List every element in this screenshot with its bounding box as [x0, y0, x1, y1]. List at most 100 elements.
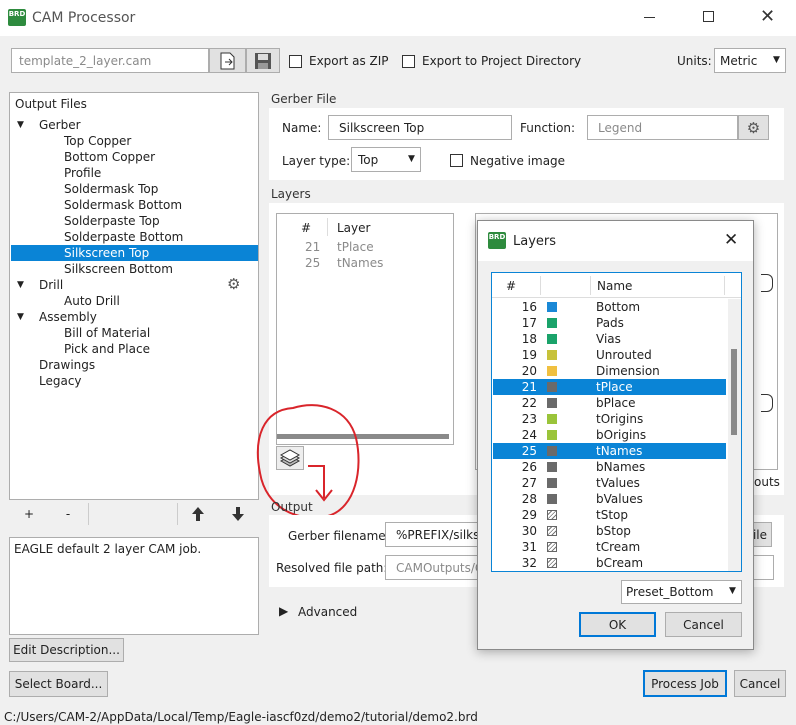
- tree-item[interactable]: Bill of Material: [11, 325, 258, 341]
- units-select[interactable]: Metric ▼: [714, 48, 786, 73]
- dialog-scrollbar-thumb[interactable]: [731, 349, 737, 435]
- units-label: Units:: [677, 54, 712, 68]
- tree-item[interactable]: Drawings: [11, 357, 258, 373]
- dialog-ok-button[interactable]: OK: [579, 612, 656, 637]
- dialog-list-header: # Name: [492, 273, 741, 298]
- layer-number: 17: [521, 316, 537, 330]
- layer-color-swatch: [547, 430, 557, 440]
- layer-row[interactable]: 16 Bottom: [493, 299, 726, 315]
- minimize-icon[interactable]: [644, 17, 655, 18]
- layer-number: 20: [521, 364, 537, 378]
- layers-col-divider: [327, 218, 328, 236]
- layer-color-swatch: [547, 398, 557, 408]
- output-files-tree[interactable]: Output Files ▼ Gerber Top Copper Bottom Cop…: [9, 92, 259, 500]
- gear-icon[interactable]: ⚙: [227, 276, 240, 292]
- remove-output-button[interactable]: -: [50, 503, 86, 525]
- layer-row[interactable]: 23 tOrigins: [493, 411, 726, 427]
- layer-row[interactable]: 27 tValues: [493, 475, 726, 491]
- preset-select[interactable]: Preset_Bottom ▼: [621, 580, 742, 604]
- negative-image-label: Negative image: [470, 154, 566, 168]
- tree-item[interactable]: Auto Drill: [11, 293, 258, 309]
- layer-row[interactable]: 31 tCream: [493, 539, 726, 555]
- layer-row[interactable]: 19 Unrouted: [493, 347, 726, 363]
- load-job-button[interactable]: [209, 48, 246, 73]
- add-output-button[interactable]: +: [10, 503, 48, 525]
- expand-triangle-icon[interactable]: ▼: [17, 117, 24, 133]
- layer-number: 19: [521, 348, 537, 362]
- tree-item-label: Top Copper: [64, 134, 132, 148]
- layer-row[interactable]: 24 bOrigins: [493, 427, 726, 443]
- tree-item[interactable]: Silkscreen Bottom: [11, 261, 258, 277]
- edit-description-button[interactable]: Edit Description...: [9, 638, 124, 662]
- tree-item[interactable]: Pick and Place: [11, 341, 258, 357]
- expand-triangle-icon[interactable]: ▼: [17, 309, 24, 325]
- layer-color-swatch: [547, 302, 557, 312]
- layer-row[interactable]: 25 tNames: [493, 443, 726, 459]
- layer-row[interactable]: 29 tStop: [493, 507, 726, 523]
- tree-item[interactable]: ▼ Drill: [11, 277, 258, 293]
- layer-type-label: Layer type:: [282, 154, 351, 168]
- maximize-icon[interactable]: [703, 11, 714, 22]
- dialog-scrollbar[interactable]: [728, 299, 741, 571]
- layer-name: tCream: [596, 540, 641, 554]
- layer-name: bStop: [596, 524, 631, 538]
- arrow-down-icon: [232, 507, 244, 521]
- job-file-field[interactable]: template_2_layer.cam: [11, 48, 209, 73]
- name-input[interactable]: Silkscreen Top: [328, 115, 512, 140]
- layer-name: tStop: [596, 508, 628, 522]
- name-label: Name:: [282, 121, 322, 135]
- move-up-button[interactable]: [180, 503, 216, 525]
- title-bar: BRD CAM Processor ✕: [0, 0, 796, 36]
- layer-name: tOrigins: [596, 412, 644, 426]
- dialog-title-bar: BRD Layers ✕: [478, 221, 753, 261]
- layer-row[interactable]: 28 bValues: [493, 491, 726, 507]
- dialog-cancel-button[interactable]: Cancel: [665, 612, 742, 637]
- dialog-title: Layers: [513, 234, 557, 249]
- tree-item[interactable]: Bottom Copper: [11, 149, 258, 165]
- close-icon[interactable]: ✕: [724, 230, 738, 250]
- close-icon[interactable]: ✕: [760, 8, 775, 26]
- layer-row[interactable]: 21 tPlace: [493, 379, 726, 395]
- layer-row[interactable]: 26 bNames: [493, 459, 726, 475]
- chevron-down-icon: ▼: [773, 55, 780, 65]
- select-board-button[interactable]: Select Board...: [9, 671, 108, 697]
- tree-item-label: Silkscreen Bottom: [64, 262, 173, 276]
- tree-item[interactable]: Silkscreen Top: [11, 245, 258, 261]
- gerber-filename-input[interactable]: %PREFIX/silksc: [385, 522, 486, 547]
- tree-item[interactable]: ▼ Assembly: [11, 309, 258, 325]
- tree-item[interactable]: Soldermask Top: [11, 181, 258, 197]
- layer-color-swatch: [547, 318, 557, 328]
- function-settings-button[interactable]: ⚙: [738, 115, 769, 140]
- tree-item[interactable]: Profile: [11, 165, 258, 181]
- negative-image-checkbox[interactable]: [450, 154, 463, 167]
- expand-triangle-icon[interactable]: ▼: [17, 277, 24, 293]
- cancel-button[interactable]: Cancel: [734, 670, 786, 697]
- layer-row[interactable]: 32 bCream: [493, 555, 726, 571]
- export-project-checkbox[interactable]: [402, 55, 415, 68]
- layer-row[interactable]: 17 Pads: [493, 315, 726, 331]
- tree-item-label: Assembly: [39, 310, 97, 324]
- advanced-expander[interactable]: ▶ Advanced: [279, 603, 379, 621]
- process-job-button[interactable]: Process Job: [643, 670, 727, 697]
- tree-item[interactable]: Solderpaste Bottom: [11, 229, 258, 245]
- tree-item[interactable]: Solderpaste Top: [11, 213, 258, 229]
- description-box[interactable]: EAGLE default 2 layer CAM job.: [9, 537, 259, 635]
- layer-row[interactable]: 22 bPlace: [493, 395, 726, 411]
- layer-row[interactable]: 20 Dimension: [493, 363, 726, 379]
- layer-type-select[interactable]: Top ▼: [351, 147, 421, 172]
- dialog-layer-list[interactable]: # Name 16 Bottom 17 Pads 18 Vias 19 Unrouted 20 D…: [491, 272, 742, 572]
- layer-row[interactable]: 30 bStop: [493, 523, 726, 539]
- tree-item-label: Pick and Place: [64, 342, 150, 356]
- layer-color-swatch: [547, 414, 557, 424]
- tree-item[interactable]: Soldermask Bottom: [11, 197, 258, 213]
- tree-item[interactable]: Legacy: [11, 373, 258, 389]
- layer-row[interactable]: 18 Vias: [493, 331, 726, 347]
- layer-name: bNames: [596, 460, 646, 474]
- save-job-button[interactable]: [246, 48, 280, 73]
- layer-name: Pads: [596, 316, 624, 330]
- export-zip-checkbox[interactable]: [289, 55, 302, 68]
- function-field[interactable]: Legend: [587, 115, 738, 140]
- tree-item[interactable]: Top Copper: [11, 133, 258, 149]
- board-path: C:/Users/CAM-2/AppData/Local/Temp/Eagle-…: [4, 710, 478, 724]
- tree-item[interactable]: ▼ Gerber: [11, 117, 258, 133]
